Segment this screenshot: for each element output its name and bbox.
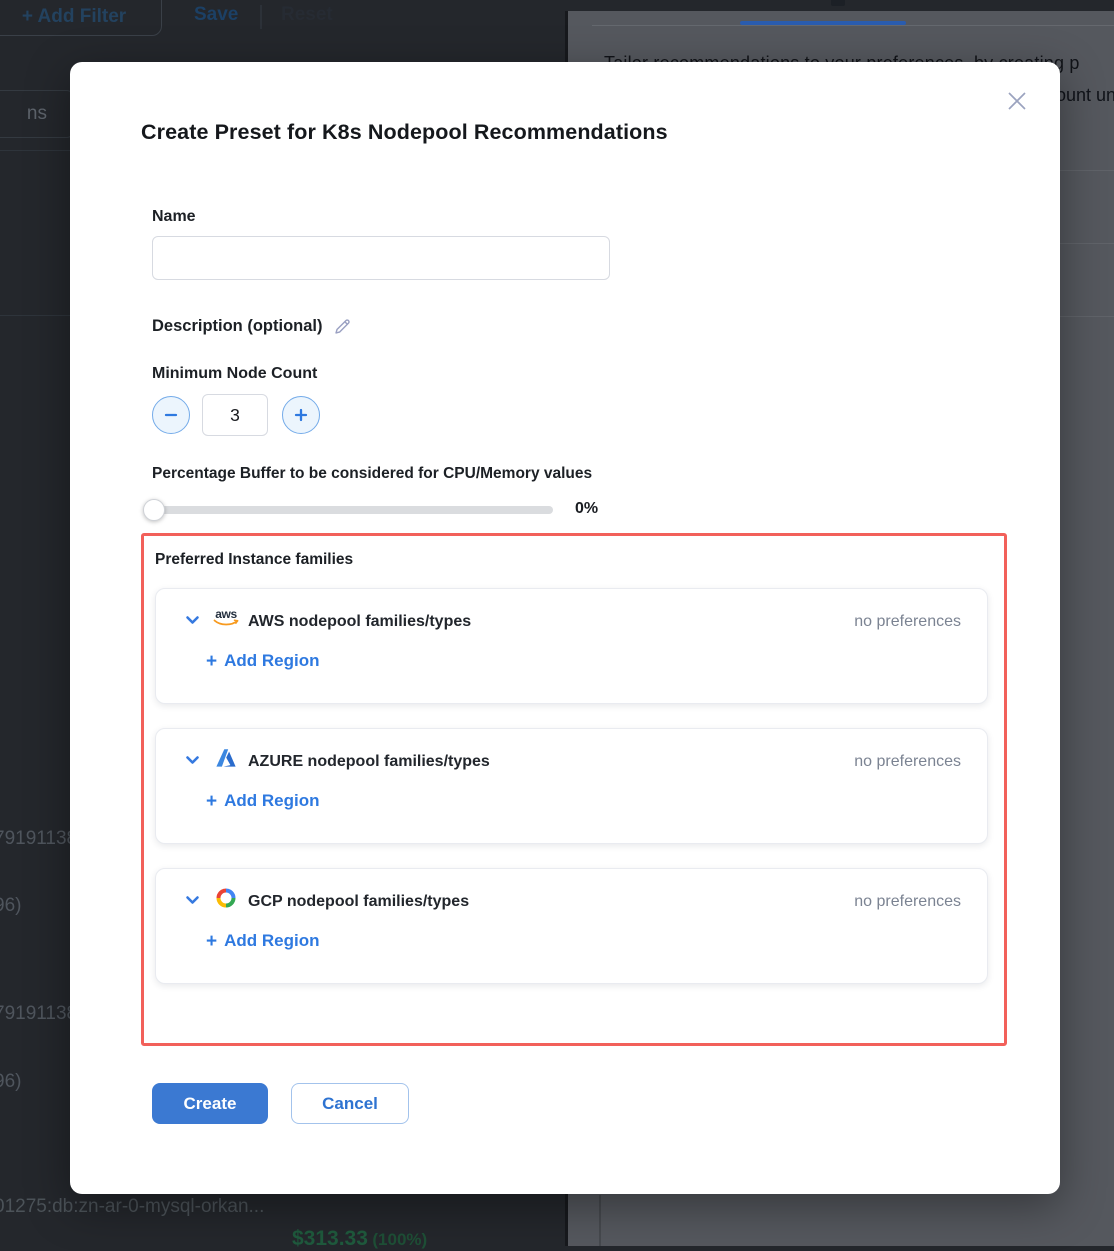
name-label: Name [152, 208, 196, 226]
add-region-label: Add Region [224, 791, 319, 811]
chevron-down-icon[interactable] [184, 752, 201, 768]
cancel-button[interactable]: Cancel [291, 1083, 409, 1124]
gcp-icon [212, 884, 240, 912]
aws-card-title: AWS nodepool families/types [248, 613, 471, 631]
cost-amount: $313.33 [292, 1227, 368, 1250]
table-cell-fragment: 96) [0, 1071, 21, 1093]
table-cell-fragment: 79191138 [0, 828, 77, 850]
cost-percent: (100%) [372, 1230, 427, 1249]
close-icon[interactable] [1004, 88, 1030, 114]
add-filter-label: + Add Filter [22, 6, 126, 28]
minus-icon [163, 407, 179, 423]
buffer-value: 0% [575, 500, 598, 518]
azure-provider-card: AZURE nodepool families/types no prefere… [155, 728, 988, 844]
gcp-provider-card: GCP nodepool families/types no preferenc… [155, 868, 988, 984]
save-button: Save [194, 4, 238, 26]
drawer-header-divider [592, 25, 1114, 26]
edit-pencil-icon[interactable] [333, 317, 352, 336]
aws-provider-card: aws AWS nodepool families/types no prefe… [155, 588, 988, 704]
no-preferences-label: no preferences [854, 613, 961, 631]
no-preferences-label: no preferences [854, 753, 961, 771]
azure-icon [212, 744, 240, 772]
add-region-label: Add Region [224, 931, 319, 951]
buffer-slider-thumb[interactable] [143, 499, 165, 521]
increase-node-count-button[interactable] [282, 396, 320, 434]
table-cell-fragment: 79191138 [0, 1003, 77, 1025]
add-filter-button: + Add Filter [0, 0, 162, 36]
add-region-label: Add Region [224, 651, 319, 671]
percentage-buffer-label: Percentage Buffer to be considered for C… [152, 465, 592, 483]
gcp-card-title: GCP nodepool families/types [248, 893, 469, 911]
chevron-down-icon[interactable] [184, 612, 201, 628]
plus-icon [293, 407, 309, 423]
plus-icon: + [206, 652, 217, 671]
filter-chip-clipped: ns [0, 90, 76, 138]
minimum-node-count-label: Minimum Node Count [152, 365, 317, 383]
azure-card-title: AZURE nodepool families/types [248, 753, 490, 771]
tab-label-clipped [831, 0, 845, 6]
preferred-families-label: Preferred Instance families [155, 551, 353, 569]
decrease-node-count-button[interactable] [152, 396, 190, 434]
preferred-families-highlight-box: Preferred Instance families aws AWS node… [141, 533, 1007, 1046]
create-preset-modal: Create Preset for K8s Nodepool Recommend… [70, 62, 1060, 1194]
add-region-button[interactable]: + Add Region [206, 651, 320, 671]
create-button[interactable]: Create [152, 1083, 268, 1124]
toolbar-divider [260, 5, 262, 29]
aws-icon: aws [212, 604, 240, 632]
reset-button: Reset [281, 4, 333, 26]
drawer-paragraph-fragment: ount un [1056, 85, 1114, 106]
filter-chip-label: ns [27, 103, 47, 125]
node-count-input[interactable] [202, 394, 268, 436]
table-cell-fragment: 96) [0, 895, 21, 917]
drawer-column-divider [599, 1195, 601, 1246]
buffer-slider-track[interactable] [145, 506, 553, 514]
add-region-button[interactable]: + Add Region [206, 791, 320, 811]
no-preferences-label: no preferences [854, 893, 961, 911]
modal-title: Create Preset for K8s Nodepool Recommend… [141, 120, 668, 145]
add-region-button[interactable]: + Add Region [206, 931, 320, 951]
table-cost-cell: $313.33 (100%) [292, 1227, 427, 1251]
chevron-down-icon[interactable] [184, 892, 201, 908]
plus-icon: + [206, 792, 217, 811]
table-row-id-fragment: 01275:db:zn-ar-0-mysql-orkan... [0, 1196, 264, 1218]
name-input[interactable] [152, 236, 610, 280]
plus-icon: + [206, 932, 217, 951]
description-label: Description (optional) [152, 317, 323, 336]
